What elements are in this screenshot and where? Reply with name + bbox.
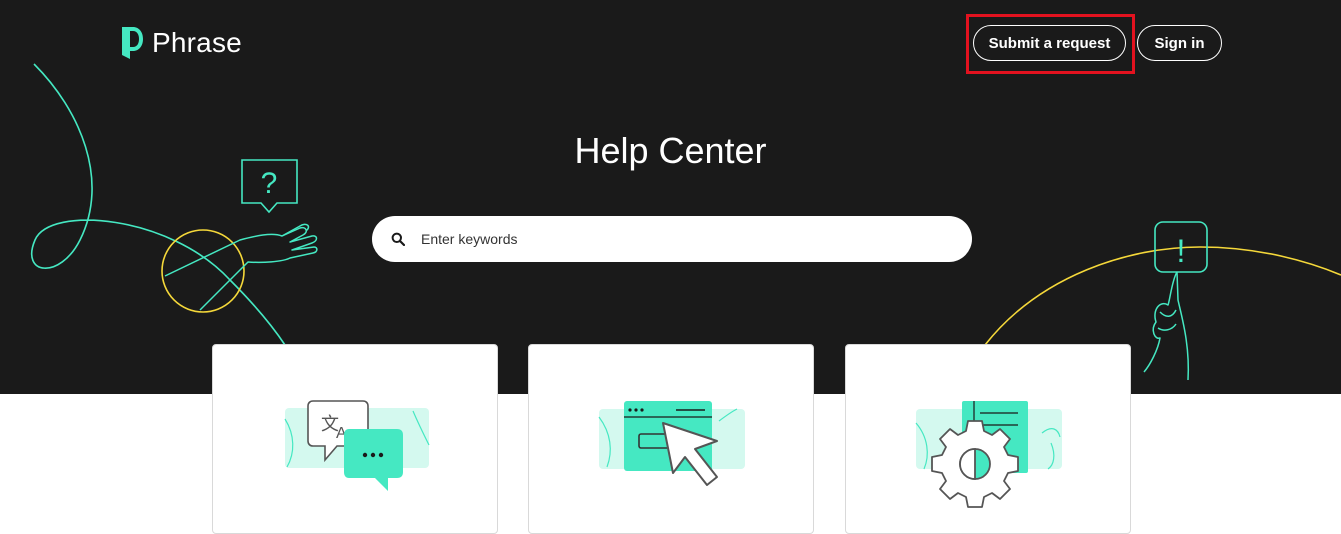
page-title: Help Center: [574, 130, 767, 171]
category-card-browser[interactable]: [528, 344, 814, 534]
submit-request-button[interactable]: Submit a request: [973, 25, 1126, 61]
search-icon: [391, 232, 405, 246]
browser-cursor-icon: [598, 401, 745, 486]
hero-decoration: ? !: [30, 63, 1341, 381]
category-card-translation[interactable]: 文 A: [212, 344, 498, 534]
translation-chat-icon: 文 A: [284, 400, 430, 491]
svg-text:!: !: [1177, 233, 1186, 269]
open-hand-icon: [164, 223, 318, 311]
hero-banner: ? ! Phrase Submit a request Sign in Help…: [0, 0, 1341, 394]
brand-name: Phrase: [152, 27, 242, 58]
search-bar: [372, 216, 972, 262]
sign-in-button[interactable]: Sign in: [1137, 25, 1222, 61]
category-card-settings[interactable]: [845, 344, 1131, 534]
phrase-logo[interactable]: Phrase: [122, 27, 242, 59]
phrase-logo-icon: [122, 27, 143, 59]
swirl-line-left: [30, 63, 286, 346]
gear-settings-icon: [915, 401, 1062, 508]
search-input[interactable]: [421, 231, 941, 247]
pointing-hand-icon: [1143, 271, 1190, 381]
